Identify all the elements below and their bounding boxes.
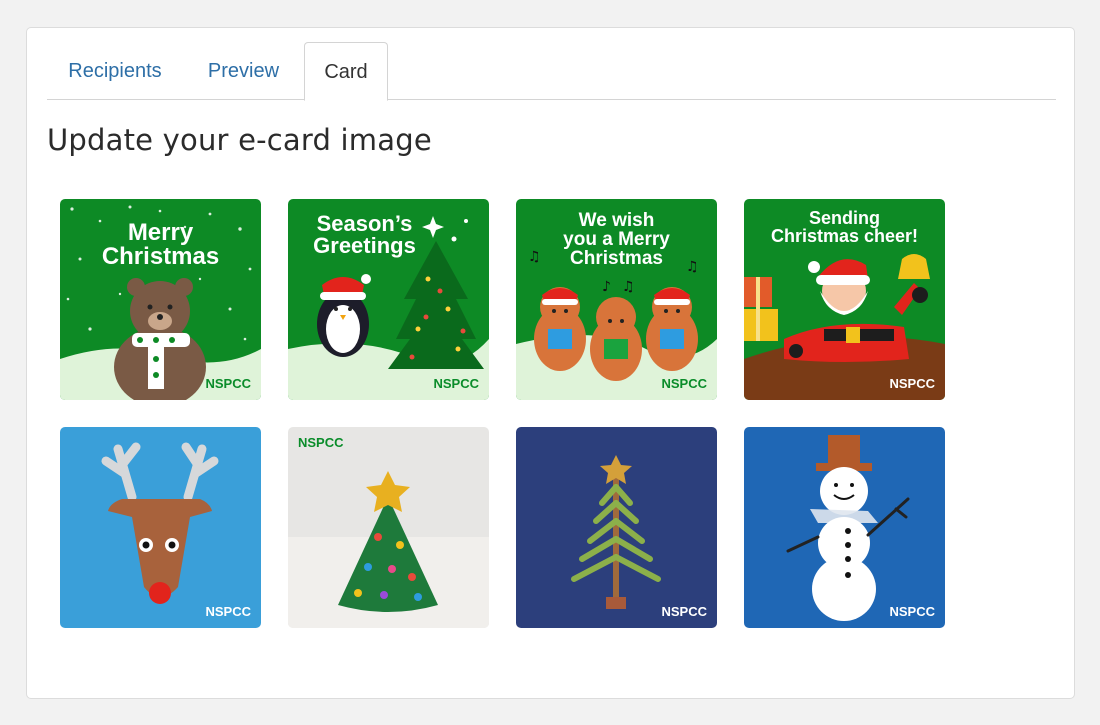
nspcc-logo: NSPCC bbox=[205, 604, 251, 619]
card-headline-line: We wish bbox=[578, 210, 655, 231]
card-headline: Season’s Greetings bbox=[288, 213, 465, 257]
card-headline-line: you a Merry bbox=[563, 229, 670, 250]
card-headline-line: Greetings bbox=[313, 233, 416, 258]
card-option-seasons-greetings[interactable]: Season’s Greetings NSPCC bbox=[288, 199, 489, 400]
svg-text:♫: ♫ bbox=[622, 279, 635, 295]
tab-bar: Recipients Preview Card bbox=[47, 42, 1056, 101]
tab-preview[interactable]: Preview bbox=[187, 42, 300, 100]
nspcc-logo: NSPCC bbox=[661, 376, 707, 391]
tab-card[interactable]: Card bbox=[304, 42, 388, 101]
card-option-merry-christmas[interactable]: Merry Christmas NSPCC bbox=[60, 199, 261, 400]
card-headline: Sending Christmas cheer! bbox=[744, 209, 945, 245]
nspcc-logo: NSPCC bbox=[889, 604, 935, 619]
nspcc-logo: NSPCC bbox=[433, 376, 479, 391]
card-option-sending-cheer[interactable]: Sending Christmas cheer! NSPCC bbox=[744, 199, 945, 400]
svg-text:♪: ♪ bbox=[602, 279, 611, 295]
card-headline: Merry Christmas bbox=[60, 221, 261, 269]
tab-recipients[interactable]: Recipients bbox=[47, 42, 183, 100]
page-title: Update your e-card image bbox=[47, 123, 432, 157]
card-headline-line: Merry bbox=[127, 219, 194, 246]
card-option-cone-tree[interactable]: NSPCC bbox=[288, 427, 489, 628]
card-headline-line: Season’s bbox=[316, 211, 413, 236]
cone-tree-icon bbox=[288, 427, 489, 628]
card-headline-line: Christmas cheer! bbox=[770, 226, 919, 246]
reindeer-icon bbox=[60, 427, 261, 628]
nspcc-logo: NSPCC bbox=[661, 604, 707, 619]
card-headline-line: Christmas bbox=[101, 243, 220, 270]
card-option-stick-tree[interactable]: NSPCC bbox=[516, 427, 717, 628]
ecard-panel: Recipients Preview Card Update your e-ca… bbox=[26, 27, 1075, 699]
nspcc-logo: NSPCC bbox=[298, 435, 344, 450]
nspcc-logo: NSPCC bbox=[889, 376, 935, 391]
stick-tree-icon bbox=[516, 427, 717, 628]
card-option-reindeer[interactable]: NSPCC bbox=[60, 427, 261, 628]
card-headline: We wish you a Merry Christmas bbox=[516, 211, 717, 268]
card-headline-line: Sending bbox=[809, 208, 880, 228]
snowman-icon bbox=[744, 427, 945, 628]
card-option-snowman[interactable]: NSPCC bbox=[744, 427, 945, 628]
card-option-we-wish-you[interactable]: ♫ ♪ ♫ ♫ We wish you a Merry Christmas NSPCC bbox=[516, 199, 717, 400]
nspcc-logo: NSPCC bbox=[205, 376, 251, 391]
card-headline-line: Christmas bbox=[570, 248, 663, 269]
